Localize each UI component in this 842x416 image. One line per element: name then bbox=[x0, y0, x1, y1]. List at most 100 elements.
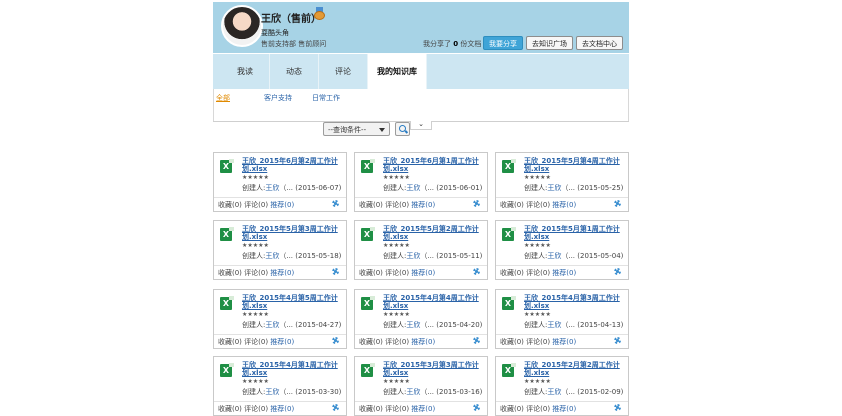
creator-link[interactable]: 王欣 bbox=[547, 388, 561, 396]
gear-icon[interactable] bbox=[613, 267, 622, 276]
favorite-count[interactable]: 收藏(0) bbox=[500, 201, 524, 209]
search-button[interactable] bbox=[395, 122, 410, 136]
tab-my-knowledge[interactable]: 我的知识库 bbox=[368, 54, 427, 89]
document-center-button[interactable]: 去文档中心 bbox=[576, 36, 623, 50]
excel-file-icon: X bbox=[361, 159, 375, 173]
document-title[interactable]: 王欣_2015年5月第4周工作计划.xlsx bbox=[524, 157, 624, 173]
knowledge-square-button[interactable]: 去知识广场 bbox=[526, 36, 573, 50]
creator-link[interactable]: 王欣 bbox=[547, 184, 561, 192]
recommend-count[interactable]: 推荐(0) bbox=[411, 269, 435, 277]
excel-file-icon: X bbox=[220, 227, 234, 241]
favorite-count[interactable]: 收藏(0) bbox=[500, 405, 524, 413]
document-title[interactable]: 王欣_2015年6月第2周工作计划.xlsx bbox=[242, 157, 342, 173]
document-title[interactable]: 王欣_2015年5月第1周工作计划.xlsx bbox=[524, 225, 624, 241]
comment-count[interactable]: 评论(0) bbox=[244, 269, 268, 277]
document-title[interactable]: 王欣_2015年4月第1周工作计划.xlsx bbox=[242, 361, 342, 377]
filter-customer-support[interactable]: 客户支持 bbox=[264, 93, 292, 103]
document-title[interactable]: 王欣_2015年4月第3周工作计划.xlsx bbox=[524, 294, 624, 310]
recommend-count[interactable]: 推荐(0) bbox=[270, 338, 294, 346]
comment-count[interactable]: 评论(0) bbox=[526, 338, 550, 346]
gear-icon[interactable] bbox=[331, 199, 340, 208]
comment-count[interactable]: 评论(0) bbox=[385, 269, 409, 277]
comment-count[interactable]: 评论(0) bbox=[385, 405, 409, 413]
document-title[interactable]: 王欣_2015年4月第4周工作计划.xlsx bbox=[383, 294, 483, 310]
favorite-count[interactable]: 收藏(0) bbox=[500, 269, 524, 277]
tab-activity[interactable]: 动态 bbox=[270, 54, 319, 89]
favorite-count[interactable]: 收藏(0) bbox=[218, 338, 242, 346]
rating-stars: ★★★★★ bbox=[524, 242, 551, 249]
creator-link[interactable]: 王欣 bbox=[406, 388, 420, 396]
creator-link[interactable]: 王欣 bbox=[265, 321, 279, 329]
creator-link[interactable]: 王欣 bbox=[406, 252, 420, 260]
creator-link[interactable]: 王欣 bbox=[265, 184, 279, 192]
creator-link[interactable]: 王欣 bbox=[265, 388, 279, 396]
gear-icon[interactable] bbox=[613, 336, 622, 345]
comment-count[interactable]: 评论(0) bbox=[526, 269, 550, 277]
avatar[interactable] bbox=[221, 5, 263, 47]
rating-stars: ★★★★★ bbox=[242, 311, 269, 318]
gear-icon[interactable] bbox=[613, 199, 622, 208]
comment-count[interactable]: 评论(0) bbox=[244, 338, 268, 346]
favorite-count[interactable]: 收藏(0) bbox=[218, 201, 242, 209]
rating-stars: ★★★★★ bbox=[242, 174, 269, 181]
document-title[interactable]: 王欣_2015年5月第3周工作计划.xlsx bbox=[242, 225, 342, 241]
gear-icon[interactable] bbox=[613, 403, 622, 412]
document-title[interactable]: 王欣_2015年3月第3周工作计划.xlsx bbox=[383, 361, 483, 377]
card-footer: 收藏(0) 评论(0) 推荐(0) bbox=[496, 265, 628, 279]
recommend-count[interactable]: 推荐(0) bbox=[552, 269, 576, 277]
recommend-count[interactable]: 推荐(0) bbox=[552, 201, 576, 209]
recommend-count[interactable]: 推荐(0) bbox=[411, 405, 435, 413]
document-card: X 王欣_2015年5月第2周工作计划.xlsx ★★★★★ 创建人:王欣（..… bbox=[354, 220, 488, 280]
creator-link[interactable]: 王欣 bbox=[547, 321, 561, 329]
gear-icon[interactable] bbox=[472, 403, 481, 412]
tab-my-reading[interactable]: 我读 bbox=[221, 54, 270, 89]
rating-stars: ★★★★★ bbox=[383, 242, 410, 249]
document-date: （... (2015-06-07) bbox=[279, 184, 342, 192]
recommend-count[interactable]: 推荐(0) bbox=[552, 338, 576, 346]
gear-icon[interactable] bbox=[472, 336, 481, 345]
recommend-count[interactable]: 推荐(0) bbox=[552, 405, 576, 413]
recommend-count[interactable]: 推荐(0) bbox=[411, 338, 435, 346]
comment-count[interactable]: 评论(0) bbox=[244, 405, 268, 413]
document-meta: 创建人:王欣（... (2015-05-18) bbox=[242, 251, 341, 261]
favorite-count[interactable]: 收藏(0) bbox=[359, 405, 383, 413]
creator-link[interactable]: 王欣 bbox=[406, 184, 420, 192]
creator-link[interactable]: 王欣 bbox=[265, 252, 279, 260]
recommend-count[interactable]: 推荐(0) bbox=[270, 201, 294, 209]
gear-icon[interactable] bbox=[331, 267, 340, 276]
creator-link[interactable]: 王欣 bbox=[406, 321, 420, 329]
favorite-count[interactable]: 收藏(0) bbox=[359, 338, 383, 346]
creator-link[interactable]: 王欣 bbox=[547, 252, 561, 260]
gear-icon[interactable] bbox=[331, 336, 340, 345]
collapse-bar: ⌄ bbox=[213, 121, 629, 130]
comment-count[interactable]: 评论(0) bbox=[526, 405, 550, 413]
gear-icon[interactable] bbox=[472, 267, 481, 276]
document-title[interactable]: 王欣_2015年4月第5周工作计划.xlsx bbox=[242, 294, 342, 310]
recommend-count[interactable]: 推荐(0) bbox=[411, 201, 435, 209]
query-select-label: --查询条件-- bbox=[328, 126, 367, 134]
favorite-count[interactable]: 收藏(0) bbox=[359, 201, 383, 209]
favorite-count[interactable]: 收藏(0) bbox=[500, 338, 524, 346]
document-title[interactable]: 王欣_2015年6月第1周工作计划.xlsx bbox=[383, 157, 483, 173]
tab-comments[interactable]: 评论 bbox=[319, 54, 368, 89]
filter-daily-work[interactable]: 日常工作 bbox=[312, 93, 340, 103]
document-title[interactable]: 王欣_2015年2月第2周工作计划.xlsx bbox=[524, 361, 624, 377]
rating-stars: ★★★★★ bbox=[383, 311, 410, 318]
filter-all[interactable]: 全部 bbox=[216, 93, 230, 103]
comment-count[interactable]: 评论(0) bbox=[385, 338, 409, 346]
share-button[interactable]: 我要分享 bbox=[483, 36, 523, 50]
comment-count[interactable]: 评论(0) bbox=[244, 201, 268, 209]
favorite-count[interactable]: 收藏(0) bbox=[218, 269, 242, 277]
comment-count[interactable]: 评论(0) bbox=[385, 201, 409, 209]
gear-icon[interactable] bbox=[331, 403, 340, 412]
recommend-count[interactable]: 推荐(0) bbox=[270, 269, 294, 277]
query-select[interactable]: --查询条件-- bbox=[323, 122, 390, 136]
rating-stars: ★★★★★ bbox=[524, 311, 551, 318]
favorite-count[interactable]: 收藏(0) bbox=[359, 269, 383, 277]
favorite-count[interactable]: 收藏(0) bbox=[218, 405, 242, 413]
expand-toggle-icon[interactable]: ⌄ bbox=[410, 121, 432, 130]
gear-icon[interactable] bbox=[472, 199, 481, 208]
comment-count[interactable]: 评论(0) bbox=[526, 201, 550, 209]
recommend-count[interactable]: 推荐(0) bbox=[270, 405, 294, 413]
document-title[interactable]: 王欣_2015年5月第2周工作计划.xlsx bbox=[383, 225, 483, 241]
